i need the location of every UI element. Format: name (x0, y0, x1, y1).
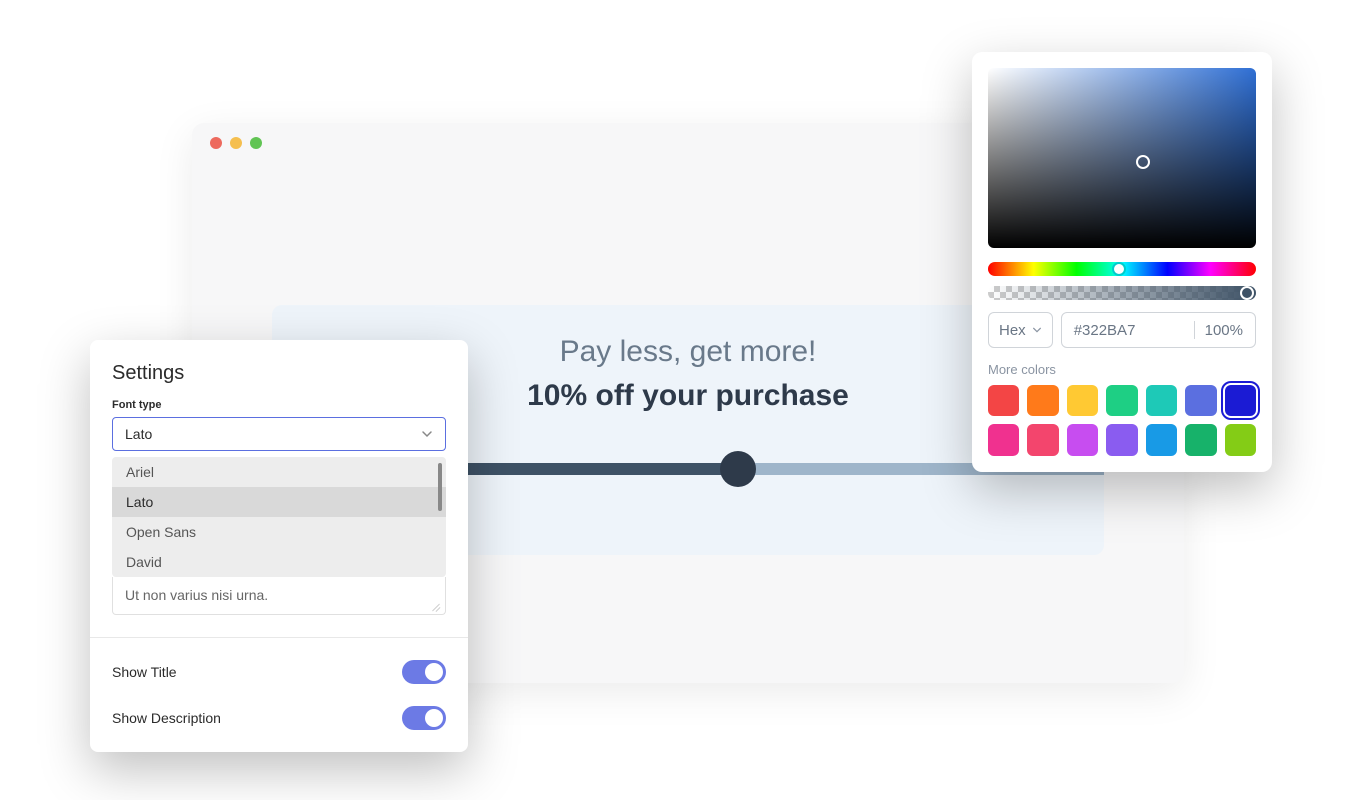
color-swatch[interactable] (1027, 385, 1058, 416)
settings-panel: Settings Font type Lato Ariel Lato Open … (90, 340, 468, 752)
toggle-knob (425, 709, 443, 727)
dropdown-scrollbar[interactable] (438, 463, 442, 511)
color-swatch[interactable] (1027, 424, 1058, 455)
font-option-open-sans[interactable]: Open Sans (112, 517, 446, 547)
format-value: Hex (999, 322, 1026, 339)
font-option-ariel[interactable]: Ariel (112, 457, 446, 487)
hue-cursor[interactable] (1112, 262, 1126, 276)
font-select-value: Lato (125, 426, 152, 442)
show-title-label: Show Title (112, 664, 177, 680)
color-swatch[interactable] (1146, 385, 1177, 416)
window-close-icon[interactable] (210, 137, 222, 149)
alpha-input[interactable]: 100% (1205, 322, 1243, 339)
promo-subtitle: 10% off your purchase (527, 379, 849, 413)
font-select[interactable]: Lato (112, 417, 446, 451)
hex-input-group[interactable]: #322BA7 100% (1061, 312, 1256, 348)
saturation-value-area[interactable] (988, 68, 1256, 248)
chevron-down-icon (421, 428, 433, 440)
color-swatch[interactable] (1067, 385, 1098, 416)
color-swatch[interactable] (1067, 424, 1098, 455)
slider-thumb[interactable] (720, 451, 756, 487)
alpha-cursor[interactable] (1240, 286, 1254, 300)
hex-input[interactable]: #322BA7 (1074, 322, 1184, 339)
hue-slider[interactable] (988, 262, 1256, 276)
settings-heading: Settings (90, 340, 468, 399)
color-swatch[interactable] (1106, 385, 1137, 416)
more-colors-label: More colors (988, 362, 1256, 377)
window-minimize-icon[interactable] (230, 137, 242, 149)
color-swatch[interactable] (1225, 385, 1256, 416)
swatch-grid (988, 385, 1256, 456)
toggle-knob (425, 663, 443, 681)
textarea-value: Ut non varius nisi urna. (125, 587, 268, 603)
font-option-lato[interactable]: Lato (112, 487, 446, 517)
font-type-label: Font type (90, 399, 468, 417)
color-format-select[interactable]: Hex (988, 312, 1053, 348)
color-swatch[interactable] (988, 424, 1019, 455)
color-picker-panel: Hex #322BA7 100% More colors (972, 52, 1272, 472)
input-divider (1194, 321, 1195, 339)
show-description-label: Show Description (112, 710, 221, 726)
color-swatch[interactable] (1146, 424, 1177, 455)
description-textarea[interactable]: Ut non varius nisi urna. (112, 577, 446, 615)
resize-handle-icon[interactable] (431, 600, 441, 610)
chevron-down-icon (1032, 322, 1042, 339)
color-swatch[interactable] (1225, 424, 1256, 455)
font-dropdown-list: Ariel Lato Open Sans David (112, 457, 446, 577)
font-option-david[interactable]: David (112, 547, 446, 577)
show-description-toggle[interactable] (402, 706, 446, 730)
promo-title: Pay less, get more! (560, 335, 817, 369)
show-title-toggle[interactable] (402, 660, 446, 684)
color-swatch[interactable] (1106, 424, 1137, 455)
divider (90, 637, 468, 638)
window-maximize-icon[interactable] (250, 137, 262, 149)
color-swatch[interactable] (988, 385, 1019, 416)
sv-cursor[interactable] (1136, 155, 1150, 169)
color-swatch[interactable] (1185, 424, 1216, 455)
color-swatch[interactable] (1185, 385, 1216, 416)
alpha-slider[interactable] (988, 286, 1256, 300)
